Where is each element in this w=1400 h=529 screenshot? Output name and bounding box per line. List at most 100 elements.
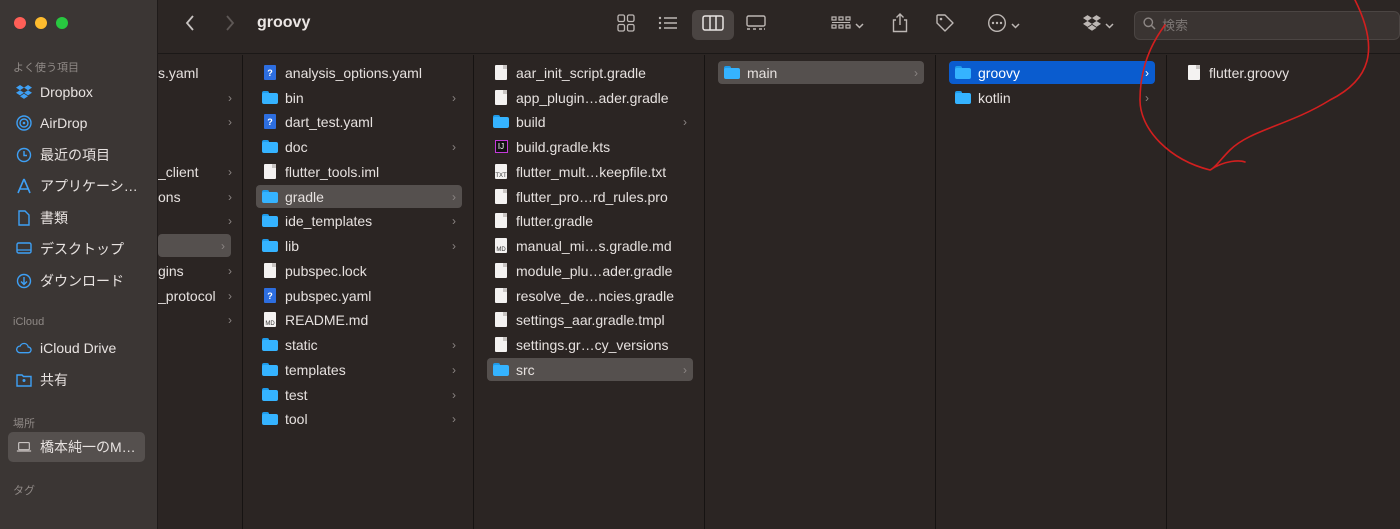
list-item[interactable]: tool › [256, 407, 462, 430]
toolbar: groovy [158, 0, 1400, 54]
sidebar-item-recents[interactable]: 最近の項目 [8, 140, 145, 170]
list-item[interactable]: › [158, 110, 238, 133]
list-item-selected[interactable]: groovy › [949, 61, 1155, 84]
list-item[interactable]: settings_aar.gradle.tmpl [487, 308, 693, 331]
list-item[interactable]: kotlin › [949, 86, 1155, 109]
folder-icon [262, 213, 278, 229]
view-list-button[interactable] [654, 10, 682, 40]
list-item[interactable]: templates › [256, 358, 462, 381]
sidebar-item-documents[interactable]: 書類 [8, 203, 145, 233]
sidebar-item-label: アプリケーシ… [40, 178, 138, 194]
ellipsis-circle-icon [987, 13, 1007, 38]
list-item[interactable]: resolve_de…ncies.gradle [487, 284, 693, 307]
share-button[interactable] [888, 10, 912, 40]
share-icon [892, 12, 908, 38]
list-item[interactable]: › [158, 209, 238, 232]
list-item[interactable]: _client › [158, 160, 238, 183]
sidebar-item-label: デスクトップ [40, 241, 124, 257]
sidebar-item-applications[interactable]: アプリケーシ… [8, 171, 145, 201]
column-0[interactable]: s.yaml › › _client › ons › › › gins › _prot… [158, 55, 243, 529]
list-item-selected[interactable]: src › [487, 358, 693, 381]
item-label: _client [158, 163, 199, 180]
applications-icon [16, 178, 32, 194]
list-item[interactable]: ons › [158, 185, 238, 208]
column-src[interactable]: main › [706, 55, 936, 529]
item-label: tool [285, 410, 308, 427]
search-field[interactable] [1134, 11, 1400, 40]
sidebar-item-downloads[interactable]: ダウンロード [8, 266, 145, 296]
chevron-right-icon: › [452, 411, 456, 426]
view-icons-button[interactable] [614, 10, 638, 40]
document-icon [493, 65, 509, 81]
sidebar-item-shared[interactable]: 共有 [8, 365, 145, 395]
list-item[interactable]: TXT flutter_mult…keepfile.txt [487, 160, 693, 183]
item-label: build [516, 113, 546, 130]
view-gallery-button[interactable] [742, 10, 770, 40]
list-item[interactable]: MD manual_mi…s.gradle.md [487, 234, 693, 257]
group-menu-button[interactable] [826, 10, 868, 40]
list-item[interactable]: ? pubspec.yaml [256, 284, 462, 307]
window-controls [14, 17, 68, 29]
sidebar-item-icloud-drive[interactable]: iCloud Drive [8, 333, 145, 363]
list-item[interactable]: ? analysis_options.yaml [256, 61, 462, 84]
sidebar-item-dropbox[interactable]: Dropbox [8, 77, 145, 107]
sidebar: よく使う項目 Dropbox AirDrop 最近の項目 アプリケーシ… 書類 … [0, 0, 158, 529]
minimize-window-button[interactable] [35, 17, 47, 29]
item-label: flutter_tools.iml [285, 163, 380, 180]
column-flutter-tools[interactable]: ? analysis_options.yaml bin › ? dart_test.y… [244, 55, 474, 529]
forward-button[interactable] [218, 10, 242, 40]
list-item[interactable]: flutter_tools.iml [256, 160, 462, 183]
list-item[interactable]: ? dart_test.yaml [256, 110, 462, 133]
item-label: main [747, 64, 778, 81]
document-icon [493, 213, 509, 229]
list-item[interactable]: build › [487, 110, 693, 133]
view-columns-button[interactable] [692, 10, 734, 40]
list-item[interactable]: lib › [256, 234, 462, 257]
list-item[interactable]: settings.gr…cy_versions [487, 333, 693, 356]
list-item[interactable]: app_plugin…ader.gradle [487, 86, 693, 109]
list-item[interactable]: › [158, 86, 238, 109]
sidebar-item-desktop[interactable]: デスクトップ [8, 234, 145, 264]
tags-button[interactable] [932, 10, 958, 40]
window-title: groovy [257, 14, 311, 31]
action-menu-button[interactable] [982, 10, 1024, 40]
list-item[interactable]: IJ build.gradle.kts [487, 135, 693, 158]
markdown-file-icon: MD [262, 312, 278, 328]
column-groovy[interactable]: flutter.groovy [1168, 55, 1400, 529]
sidebar-item-macintosh[interactable]: 橋本純一のM… [8, 432, 145, 462]
back-button[interactable] [178, 10, 202, 40]
list-item[interactable]: s.yaml [158, 61, 238, 84]
list-item-selected[interactable]: main › [718, 61, 924, 84]
list-item-selected[interactable]: › [158, 234, 231, 257]
dropbox-menu-button[interactable] [1078, 10, 1118, 40]
item-label: gradle [285, 188, 324, 205]
list-item[interactable]: bin › [256, 86, 462, 109]
sidebar-item-airdrop[interactable]: AirDrop [8, 108, 145, 138]
list-item[interactable]: › [158, 308, 238, 331]
list-item[interactable]: ide_templates › [256, 209, 462, 232]
sidebar-section-icloud: iCloud [13, 316, 45, 328]
sidebar-item-label: Dropbox [40, 84, 93, 100]
sidebar-item-label: ダウンロード [40, 273, 124, 289]
list-item[interactable]: module_plu…ader.gradle [487, 259, 693, 282]
zoom-window-button[interactable] [56, 17, 68, 29]
list-item[interactable]: test › [256, 383, 462, 406]
list-item[interactable]: doc › [256, 135, 462, 158]
close-window-button[interactable] [14, 17, 26, 29]
list-item[interactable]: gins › [158, 259, 238, 282]
text-file-icon: TXT [493, 164, 509, 180]
list-item[interactable]: aar_init_script.gradle [487, 61, 693, 84]
list-item[interactable]: static › [256, 333, 462, 356]
list-item[interactable]: flutter.gradle [487, 209, 693, 232]
list-item-selected[interactable]: gradle › [256, 185, 462, 208]
list-item[interactable]: MD README.md [256, 308, 462, 331]
list-item[interactable]: flutter_pro…rd_rules.pro [487, 185, 693, 208]
list-item[interactable]: flutter.groovy [1180, 61, 1386, 84]
list-item[interactable]: pubspec.lock [256, 259, 462, 282]
column-main[interactable]: groovy › kotlin › [937, 55, 1167, 529]
sidebar-section-locations: 場所 [13, 418, 35, 430]
column-gradle[interactable]: aar_init_script.gradle app_plugin…ader.g… [475, 55, 705, 529]
search-input[interactable] [1162, 18, 1382, 33]
list-item[interactable]: _protocol › [158, 284, 238, 307]
dart-file-icon: ? [262, 114, 278, 130]
